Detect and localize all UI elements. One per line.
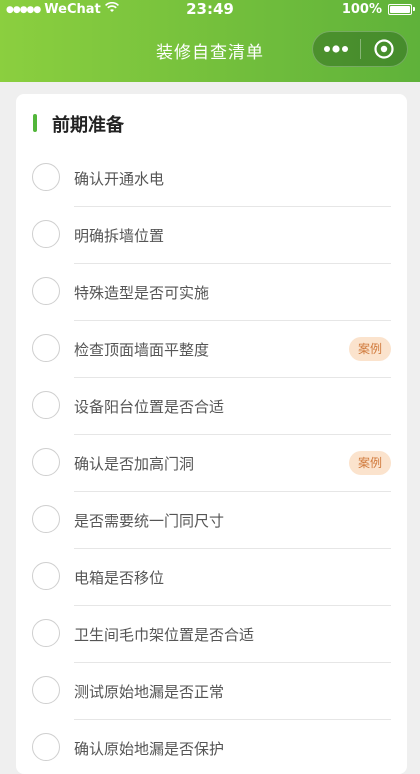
case-badge[interactable]: 案例 (349, 337, 391, 361)
checkbox-circle[interactable] (32, 505, 60, 533)
status-bar: ●●●●● WeChat 23:49 100% (0, 0, 420, 22)
section-header: 前期准备 (16, 94, 407, 156)
ellipsis-icon (324, 45, 349, 53)
checklist-item[interactable]: 确认是否加高门洞 案例 (16, 435, 407, 492)
target-circle-icon (374, 39, 394, 59)
checkbox-circle[interactable] (32, 619, 60, 647)
checklist-item[interactable]: 电箱是否移位 (16, 549, 407, 606)
top-header: ●●●●● WeChat 23:49 100% 装修自查清单 (0, 0, 420, 82)
checklist-item-label: 卫生间毛巾架位置是否合适 (74, 626, 255, 644)
checkbox-circle[interactable] (32, 391, 60, 419)
checklist-item[interactable]: 检查顶面墙面平整度 案例 (16, 321, 407, 378)
checklist-card: 前期准备 确认开通水电 明确拆墙位置 特殊造型是否可实施 检查顶面墙面平整度 案例 设备阳… (16, 94, 407, 774)
checklist-item-label: 确认原始地漏是否保护 (74, 740, 225, 758)
checklist-item-label: 测试原始地漏是否正常 (74, 683, 225, 701)
checklist-item-label: 确认开通水电 (74, 170, 165, 188)
status-right: 100% (341, 2, 415, 17)
checkbox-circle[interactable] (32, 448, 60, 476)
checklist-item-label: 电箱是否移位 (74, 569, 165, 587)
section-title: 前期准备 (52, 115, 124, 136)
checklist-item-label: 检查顶面墙面平整度 (74, 341, 210, 359)
checklist-item[interactable]: 明确拆墙位置 (16, 207, 407, 264)
checklist-item-label: 明确拆墙位置 (74, 227, 165, 245)
checkbox-circle[interactable] (32, 676, 60, 704)
battery-icon (388, 4, 415, 15)
checkbox-circle[interactable] (32, 562, 60, 590)
checklist-item[interactable]: 确认开通水电 (16, 150, 407, 207)
battery-percent: 100% (341, 2, 382, 17)
checklist-item-label: 设备阳台位置是否合适 (74, 398, 225, 416)
checklist-item[interactable]: 测试原始地漏是否正常 (16, 663, 407, 720)
checklist-item[interactable]: 确认原始地漏是否保护 (16, 720, 407, 774)
battery-level (390, 6, 410, 13)
section-accent-bar (33, 114, 37, 132)
checklist-item-label: 确认是否加高门洞 (74, 455, 195, 473)
more-button[interactable] (313, 32, 360, 66)
checklist-item[interactable]: 是否需要统一门同尺寸 (16, 492, 407, 549)
checkbox-circle[interactable] (32, 277, 60, 305)
checkbox-circle[interactable] (32, 220, 60, 248)
checklist-item[interactable]: 特殊造型是否可实施 (16, 264, 407, 321)
checklist-item-label: 是否需要统一门同尺寸 (74, 512, 225, 530)
case-badge[interactable]: 案例 (349, 451, 391, 475)
checklist: 确认开通水电 明确拆墙位置 特殊造型是否可实施 检查顶面墙面平整度 案例 设备阳台位置是否… (16, 150, 407, 774)
close-button[interactable] (361, 32, 408, 66)
checklist-item-label: 特殊造型是否可实施 (74, 284, 210, 302)
checkbox-circle[interactable] (32, 733, 60, 761)
checklist-item[interactable]: 卫生间毛巾架位置是否合适 (16, 606, 407, 663)
checklist-item[interactable]: 设备阳台位置是否合适 (16, 378, 407, 435)
mini-program-capsule (312, 31, 408, 67)
checkbox-circle[interactable] (32, 334, 60, 362)
checkbox-circle[interactable] (32, 163, 60, 191)
